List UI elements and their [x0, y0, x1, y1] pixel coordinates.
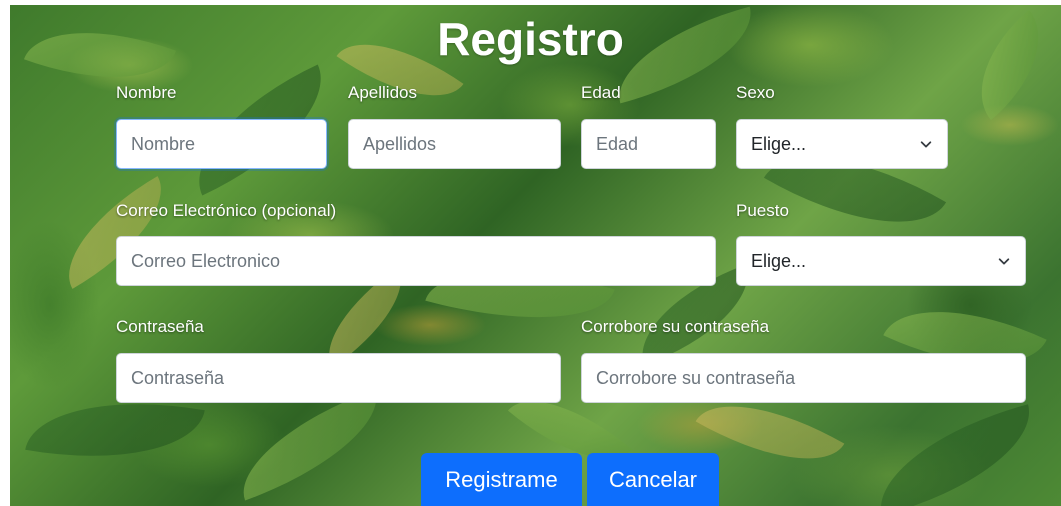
cancel-button[interactable]: Cancelar — [587, 453, 719, 506]
apellidos-label: Apellidos — [348, 83, 417, 102]
nombre-input[interactable] — [116, 119, 327, 169]
correo-input[interactable] — [116, 236, 716, 286]
sexo-selected-value: Elige... — [751, 133, 807, 154]
password-input[interactable] — [116, 353, 561, 403]
contrasena-label: Contraseña — [116, 317, 204, 336]
sexo-label: Sexo — [736, 83, 775, 102]
correo-label: Correo Electrónico (opcional) — [116, 201, 337, 220]
nombre-label: Nombre — [116, 83, 177, 102]
puesto-select[interactable]: Elige... — [736, 236, 1026, 286]
apellidos-input[interactable] — [348, 119, 561, 169]
sexo-select[interactable]: Elige... — [736, 119, 948, 169]
puesto-label: Puesto — [736, 201, 789, 220]
edad-input[interactable] — [581, 119, 716, 169]
confirm-password-input[interactable] — [581, 353, 1026, 403]
confirmar-label: Corrobore su contraseña — [581, 317, 770, 336]
chevron-down-icon — [920, 141, 932, 148]
edad-label: Edad — [581, 83, 621, 102]
puesto-selected-value: Elige... — [751, 250, 807, 271]
chevron-down-icon — [998, 258, 1010, 265]
register-button[interactable]: Registrame — [421, 453, 582, 506]
page-title: Registro — [437, 13, 624, 65]
